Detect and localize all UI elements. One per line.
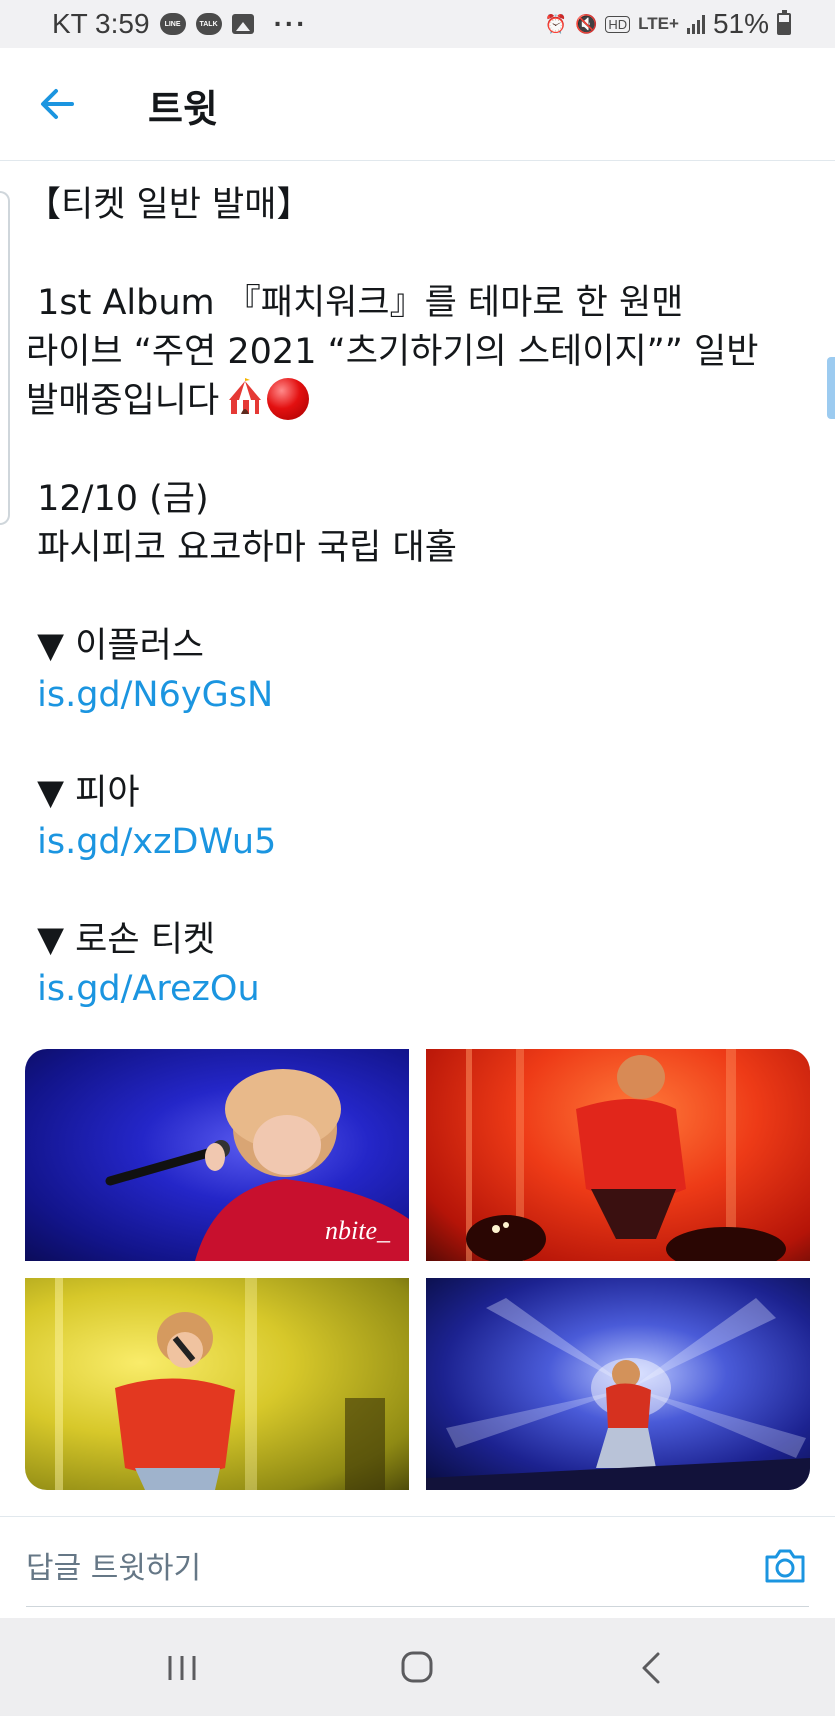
photo-blue-lights[interactable]	[426, 1278, 810, 1490]
gallery-notification-icon	[231, 14, 254, 34]
tweet-detail: 【티켓 일반 발매】 1st Album 『패치워크』를 테마로 한 원맨 라이…	[0, 161, 835, 1516]
signal-icon	[686, 14, 705, 34]
back-button[interactable]	[36, 82, 80, 126]
camera-button[interactable]	[763, 1545, 807, 1585]
back-nav-button[interactable]	[630, 1648, 674, 1688]
tweet-line: 12/10 (금)	[26, 479, 209, 519]
media-grid: nbite_	[25, 1049, 811, 1490]
left-edge-handle	[0, 191, 10, 525]
scrollbar-thumb[interactable]	[827, 357, 835, 419]
link-eplus[interactable]: is.gd/N6yGsN	[26, 671, 806, 720]
tweet-line: 1st Album 『패치워크』를 테마로 한 원맨	[26, 283, 684, 323]
app-header: 트윗	[0, 48, 835, 161]
more-notifications-icon: ···	[273, 8, 308, 39]
tweet-line: ▼ 이플러스	[26, 626, 204, 666]
tweet-text: 【티켓 일반 발매】 1st Album 『패치워크』를 테마로 한 원맨 라이…	[26, 181, 806, 1014]
network-type: LTE+	[638, 14, 679, 33]
photo-yellow-stage[interactable]	[25, 1278, 409, 1490]
link-pia[interactable]: is.gd/xzDWu5	[26, 818, 806, 867]
home-button[interactable]	[395, 1648, 439, 1688]
recent-apps-icon	[168, 1656, 196, 1680]
home-icon	[401, 1651, 433, 1683]
tweet-line: 파시피코 요코하마 국립 대홀	[26, 528, 457, 568]
tweet-line-text: 발매중입니다	[26, 381, 220, 421]
reply-bar: 답글 트윗하기	[0, 1516, 835, 1615]
page-title: 트윗	[148, 87, 218, 131]
reply-input[interactable]: 답글 트윗하기	[26, 1543, 201, 1587]
battery-icon	[777, 10, 791, 35]
system-nav-bar	[0, 1618, 835, 1716]
tweet-line: ▼ 피아	[26, 773, 140, 813]
carrier-time: KT 3:59	[52, 8, 150, 39]
camera-icon	[765, 1549, 805, 1583]
back-chevron-icon	[642, 1652, 660, 1684]
mute-icon: 🔇	[574, 13, 598, 34]
battery-percent: 51%	[712, 8, 769, 39]
tweet-line-with-emoji: 발매중입니다	[26, 377, 806, 426]
tweet-line: 라이브 “주연 2021 “츠기하기의 스테이지”” 일반	[26, 332, 759, 372]
alarm-icon: ⏰	[544, 13, 567, 34]
circus-tent-emoji	[225, 378, 265, 418]
status-bar: KT 3:59 LINE TALK ··· ⏰ 🔇 HD LTE+ 51%	[0, 0, 835, 48]
tweet-line: ▼ 로손 티켓	[26, 920, 216, 960]
talk-notification-icon: TALK	[195, 13, 222, 35]
hd-voice-icon: HD	[605, 15, 631, 33]
line-notification-icon: LINE	[159, 13, 186, 35]
photo-blue-singer[interactable]: nbite_	[25, 1049, 409, 1261]
back-arrow-icon	[41, 89, 74, 119]
link-lawson[interactable]: is.gd/ArezOu	[26, 965, 806, 1014]
tweet-line: 【티켓 일반 발매】	[26, 185, 312, 225]
photo-red-stage[interactable]	[426, 1049, 810, 1261]
recent-apps-button[interactable]	[160, 1648, 204, 1688]
red-ball-emoji	[267, 378, 310, 420]
reply-underline	[26, 1606, 809, 1607]
svg-text:nbite_: nbite_	[325, 1216, 391, 1245]
